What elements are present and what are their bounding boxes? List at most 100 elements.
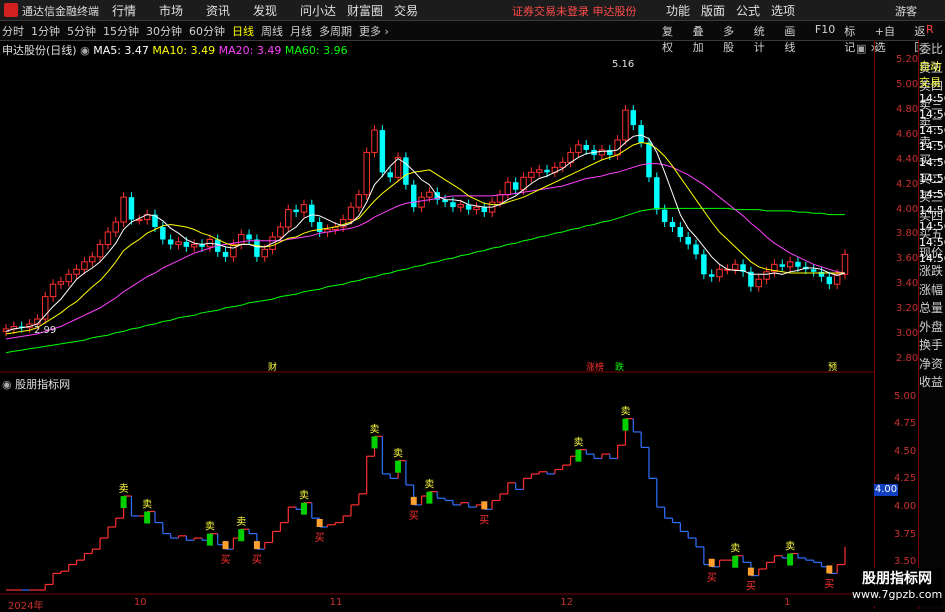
candle-body-101 bbox=[795, 261, 801, 267]
ma10-line bbox=[5, 141, 845, 335]
time-tick-1: 10 bbox=[133, 597, 147, 608]
price-tick-10: 3.20 bbox=[896, 303, 919, 315]
quote-panel: 委比 卖五 卖四 卖三 卖二 卖一 买一 买二 买三 买四 买五 现价 涨跌 涨幅 总量 外盘 换手 净资 收益 自… bbox=[918, 40, 945, 609]
candles-group bbox=[2, 105, 849, 337]
candle-body-11 bbox=[89, 256, 96, 263]
period-tab-7[interactable]: 周线 bbox=[261, 23, 283, 39]
guest-button[interactable]: 游客 bbox=[895, 3, 917, 19]
candle-body-46 bbox=[363, 151, 370, 196]
candle-body-99 bbox=[779, 264, 786, 267]
candle-body-97 bbox=[763, 271, 770, 280]
main-menu: 行情 市场 资讯 发现 问小达 财富圈 交易 bbox=[112, 2, 441, 19]
candle-body-40 bbox=[316, 222, 323, 232]
buy-marker-95: 买 bbox=[746, 581, 756, 593]
sell-bar-26 bbox=[206, 533, 213, 546]
quote-field-17: 净资 bbox=[919, 356, 944, 371]
candle-body-76 bbox=[598, 149, 606, 156]
period-tab-1[interactable]: 1分钟 bbox=[31, 23, 60, 39]
period-tab-9[interactable]: 多周期 bbox=[319, 23, 352, 39]
login-notice[interactable]: 证券交易未登录 申达股份 bbox=[512, 3, 637, 19]
right-menu-item-0[interactable]: 功能 bbox=[666, 2, 690, 19]
period-tab-10[interactable]: 更多 › bbox=[359, 23, 389, 39]
price-tick-7: 3.80 bbox=[896, 228, 919, 240]
period-tab-5[interactable]: 60分钟 bbox=[189, 23, 225, 39]
period-tab-8[interactable]: 月线 bbox=[290, 23, 312, 39]
trade-field-9: 14:56 bbox=[919, 203, 945, 217]
menu-item-4[interactable]: 问小达 bbox=[300, 2, 347, 19]
r-button[interactable]: R bbox=[926, 23, 934, 36]
buy-bar-90 bbox=[708, 558, 715, 567]
menu-item-2[interactable]: 资讯 bbox=[206, 2, 253, 19]
price-tick-12: 2.80 bbox=[896, 352, 919, 364]
time-tick-3: 12 bbox=[560, 597, 574, 608]
candle-body-45 bbox=[355, 194, 363, 208]
watermark-url: www.7gpzb.com bbox=[852, 588, 943, 601]
sell-marker-30: 卖 bbox=[236, 516, 246, 528]
event-marker-yu[interactable]: 预 bbox=[828, 360, 837, 373]
menu-item-5[interactable]: 财富圈 bbox=[347, 2, 394, 19]
period-tab-0[interactable]: 分时 bbox=[2, 23, 24, 39]
buy-bar-32 bbox=[253, 541, 260, 550]
right-menu-item-2[interactable]: 公式 bbox=[736, 2, 760, 19]
price-tick-8: 3.60 bbox=[896, 253, 919, 265]
buy-marker-61: 买 bbox=[479, 514, 489, 526]
trade-field-11: 14:56 bbox=[919, 235, 945, 249]
indicator-tick-3: 4.25 bbox=[894, 473, 917, 485]
candle-body-28 bbox=[222, 251, 229, 257]
sell-marker-100: 卖 bbox=[785, 541, 795, 553]
candle-body-36 bbox=[285, 209, 292, 228]
menu-item-6[interactable]: 交易 bbox=[394, 2, 441, 19]
menu-item-3[interactable]: 发现 bbox=[253, 2, 300, 19]
buy-bar-40 bbox=[316, 519, 323, 527]
right-menu-item-1[interactable]: 版面 bbox=[701, 2, 725, 19]
watermark: 股朋指标网 www.7gpzb.com bbox=[852, 568, 942, 606]
candle-body-90 bbox=[708, 274, 715, 277]
trade-field-7: 14:56 bbox=[919, 171, 945, 185]
event-marker-zhangbang[interactable]: 涨榜 bbox=[586, 360, 604, 373]
candle-body-15 bbox=[120, 196, 127, 223]
period-tabs: 分时 1分钟 5分钟 15分钟 30分钟 60分钟 日线 周线 月线 多周期 更多 › bbox=[2, 23, 396, 39]
candle-body-37 bbox=[293, 209, 299, 213]
sell-bar-73 bbox=[575, 449, 582, 462]
period-tab-2[interactable]: 5分钟 bbox=[67, 23, 96, 39]
stock-chart[interactable]: 卖卖卖买卖买卖买卖卖买卖买卖卖买卖买卖买 bbox=[0, 40, 874, 609]
candle-body-79 bbox=[622, 109, 629, 141]
event-marker-die[interactable]: 跌 bbox=[615, 360, 624, 373]
candle-body-73 bbox=[575, 144, 582, 153]
event-marker-cai[interactable]: 财 bbox=[268, 360, 277, 373]
right-menu-item-3[interactable]: 选项 bbox=[771, 2, 795, 19]
price-tick-1: 5.00 bbox=[896, 79, 919, 91]
candle-body-13 bbox=[104, 231, 112, 245]
candle-body-53 bbox=[418, 196, 425, 208]
sell-bar-47 bbox=[371, 436, 378, 449]
buy-bar-105 bbox=[826, 565, 833, 574]
sell-marker-26: 卖 bbox=[205, 521, 215, 533]
candle-body-32 bbox=[254, 239, 260, 257]
price-tick-9: 3.40 bbox=[896, 278, 919, 290]
candle-body-35 bbox=[277, 226, 284, 238]
period-tab-4[interactable]: 30分钟 bbox=[146, 23, 182, 39]
candle-body-16 bbox=[128, 197, 135, 220]
menu-item-0[interactable]: 行情 bbox=[112, 2, 159, 19]
price-tick-6: 4.00 bbox=[896, 203, 919, 215]
candle-body-6 bbox=[49, 283, 57, 298]
candle-body-100 bbox=[786, 261, 794, 268]
sell-marker-93: 卖 bbox=[730, 543, 740, 555]
period-tab-3[interactable]: 15分钟 bbox=[103, 23, 139, 39]
price-tick-4: 4.40 bbox=[896, 153, 919, 165]
buy-marker-40: 买 bbox=[315, 532, 325, 544]
candle-body-7 bbox=[57, 281, 65, 285]
indicator-tick-4: 4.00 bbox=[894, 501, 917, 513]
quote-field-15: 外盘 bbox=[919, 319, 944, 334]
candle-body-65 bbox=[512, 182, 519, 190]
quote-field-0: 委比 bbox=[919, 42, 944, 56]
buy-bar-52 bbox=[410, 496, 417, 505]
period-toolbar: 分时 1分钟 5分钟 15分钟 30分钟 60分钟 日线 周线 月线 多周期 更多 › 复权 叠加 多股… bbox=[0, 21, 945, 54]
candle-body-85 bbox=[669, 222, 676, 228]
price-tick-11: 3.00 bbox=[896, 327, 919, 339]
menu-item-1[interactable]: 市场 bbox=[159, 2, 206, 19]
period-tab-6[interactable]: 日线 bbox=[232, 23, 254, 39]
candle-body-22 bbox=[175, 241, 182, 245]
quote-field-13: 涨幅 bbox=[919, 282, 944, 297]
candle-body-86 bbox=[677, 227, 684, 237]
